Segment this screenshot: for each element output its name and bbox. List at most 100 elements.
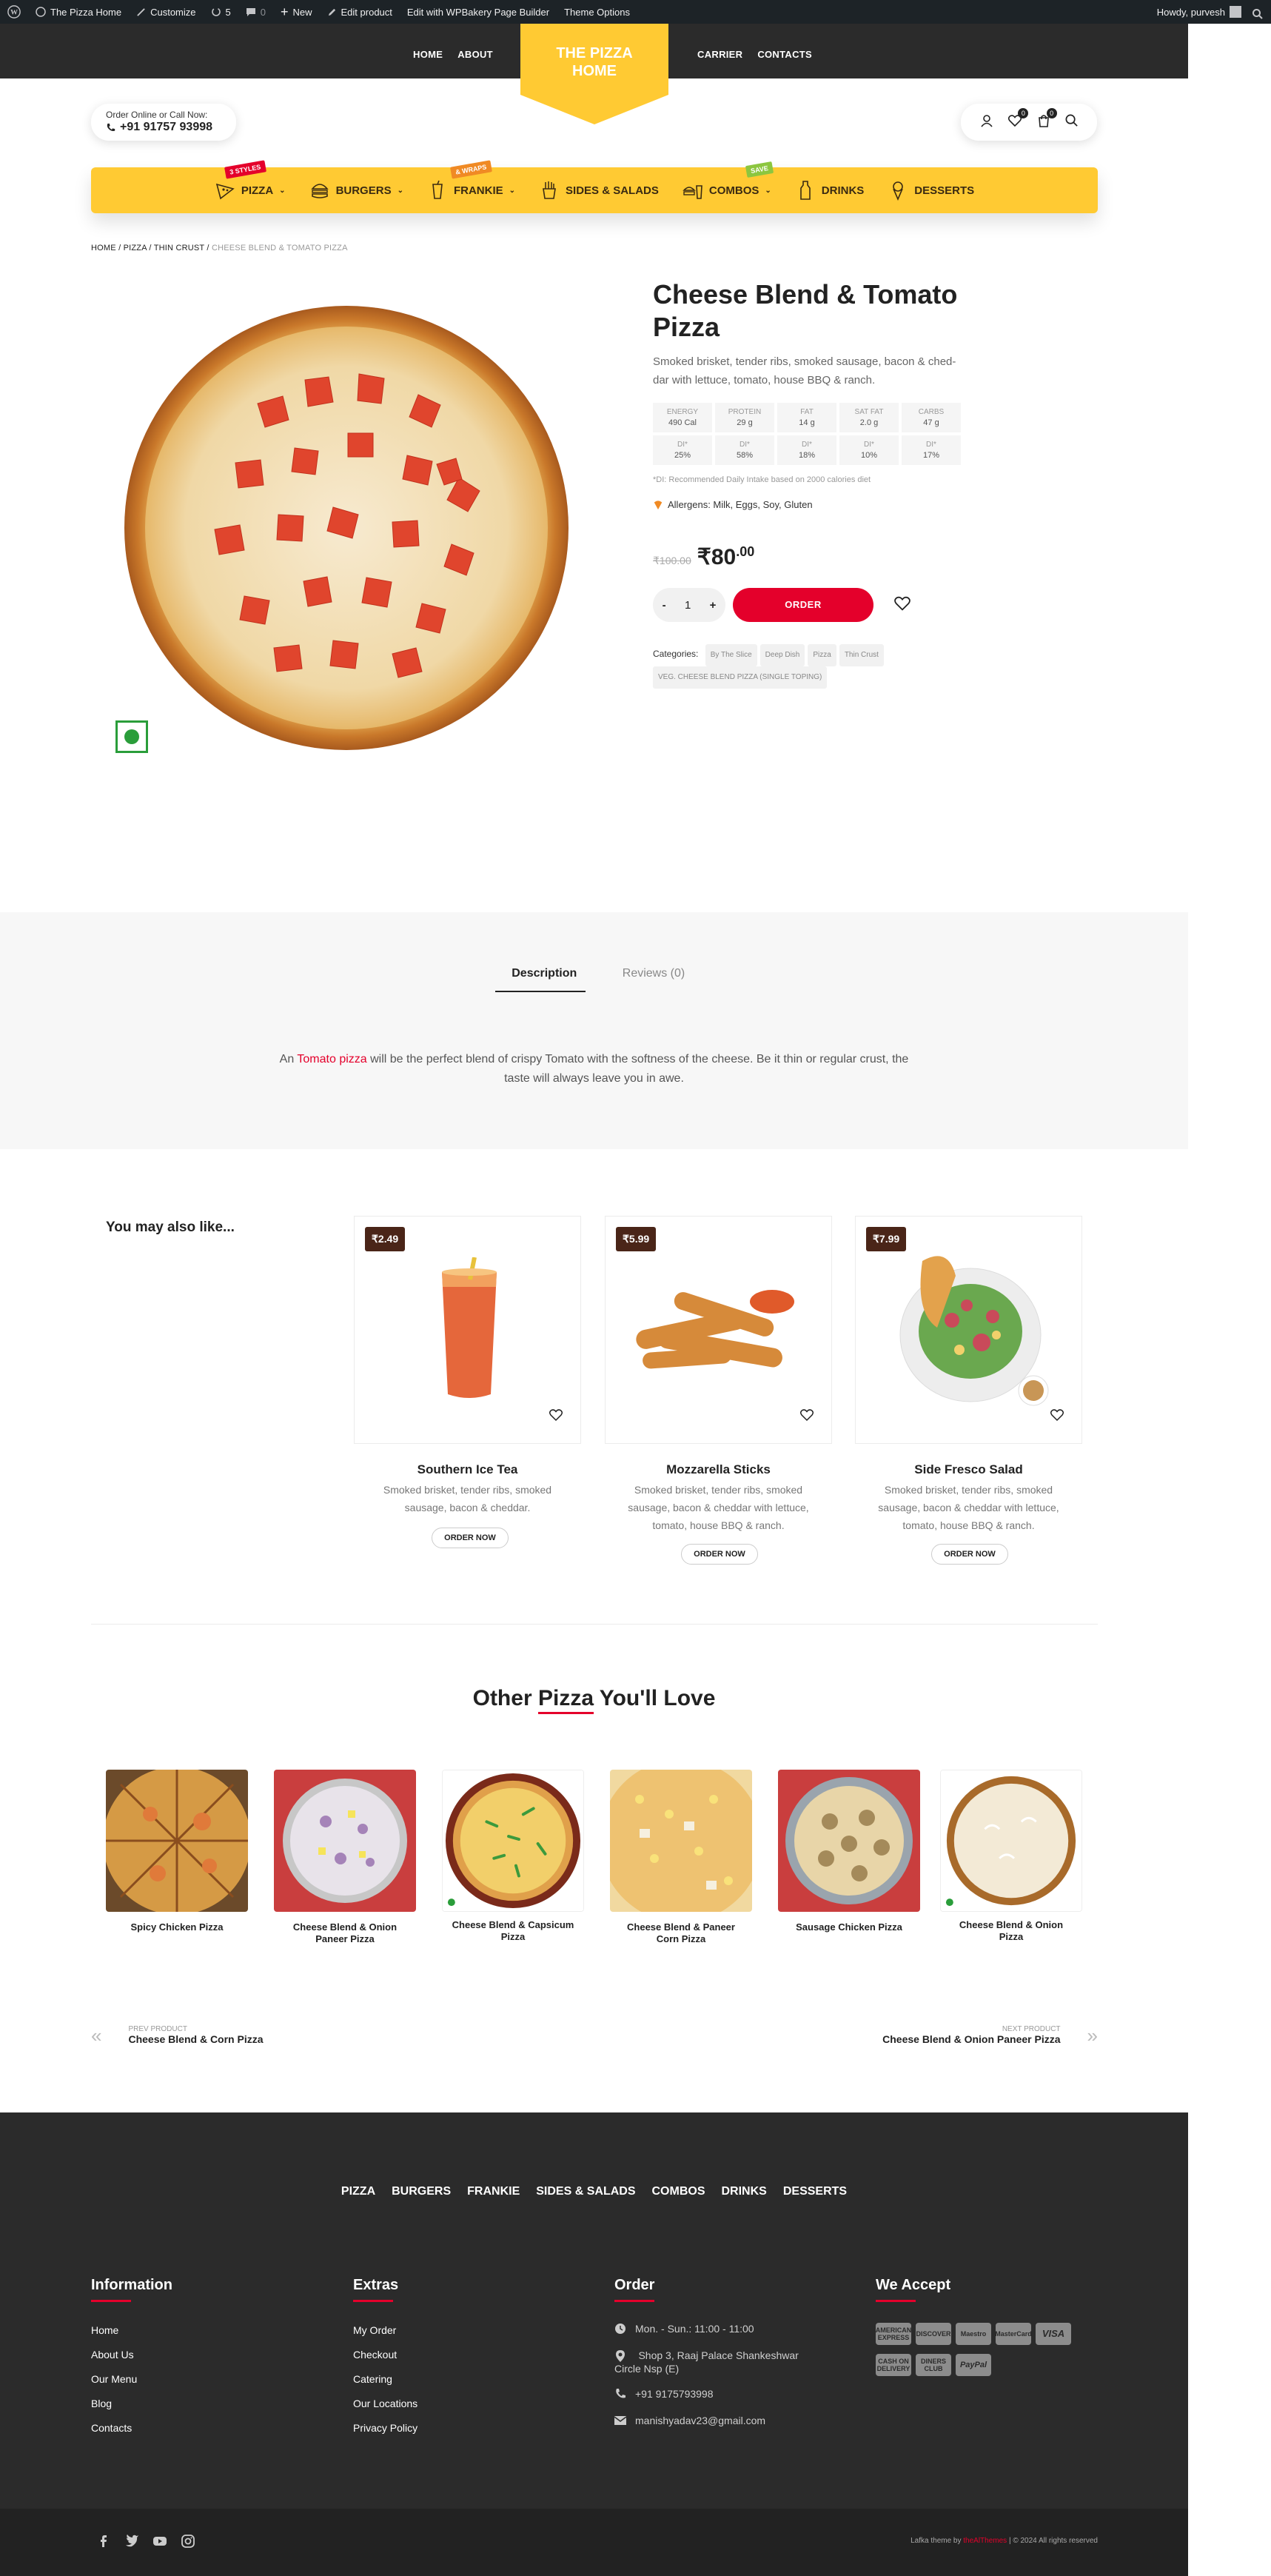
footer-link-blog[interactable]: Blog <box>91 2392 313 2416</box>
category-drinks[interactable]: DRINKS <box>795 180 864 201</box>
site-logo[interactable]: THE PIZZA HOME <box>520 24 668 124</box>
tomato-pizza-link[interactable]: Tomato pizza <box>297 1053 366 1065</box>
breadcrumb-home[interactable]: HOME <box>91 244 116 252</box>
admin-new-link[interactable]: + New <box>281 5 312 19</box>
other-pizza-paneer-corn[interactable] <box>610 1770 752 1912</box>
opening-hours: Mon. - Sun.: 11:00 - 11:00 <box>635 2323 754 2335</box>
footer-cat-pizza[interactable]: PIZZA <box>341 2185 375 2198</box>
footer-cat-burgers[interactable]: BURGERS <box>392 2185 451 2198</box>
footer-link-contacts[interactable]: Contacts <box>91 2416 313 2440</box>
other-pizza-name[interactable]: Cheese Blend & Onion Paneer Pizza <box>274 1921 416 1945</box>
related-title[interactable]: Side Fresco Salad <box>855 1462 1082 1477</box>
tab-reviews[interactable]: Reviews (0) <box>623 967 685 992</box>
nav-contacts[interactable]: CONTACTS <box>757 49 812 60</box>
footer-cat-desserts[interactable]: DESSERTS <box>783 2185 847 2198</box>
related-card-ice-tea[interactable]: ₹2.49 <box>354 1216 581 1444</box>
twitter-icon[interactable] <box>124 2534 139 2552</box>
search-icon[interactable] <box>1064 113 1079 131</box>
footer-cat-combos[interactable]: COMBOS <box>652 2185 705 2198</box>
prev-product-link[interactable]: « PREV PRODUCT Cheese Blend & Corn Pizza <box>91 2025 264 2045</box>
related-title[interactable]: Mozzarella Sticks <box>605 1462 832 1477</box>
other-pizza-onion[interactable] <box>940 1770 1082 1912</box>
heart-icon[interactable] <box>549 1408 563 1426</box>
admin-comments-link[interactable]: 0 <box>246 7 266 18</box>
footer-email[interactable]: manishyadav23@gmail.com <box>635 2415 765 2426</box>
other-pizza-name[interactable]: Sausage Chicken Pizza <box>778 1921 920 1933</box>
admin-theme-options-link[interactable]: Theme Options <box>564 7 630 18</box>
other-pizza-name[interactable]: Cheese Blend & Paneer Corn Pizza <box>610 1921 752 1945</box>
footer-link-about[interactable]: About Us <box>91 2343 313 2367</box>
breadcrumb-pizza[interactable]: PIZZA <box>124 244 147 252</box>
next-product-link[interactable]: NEXT PRODUCT Cheese Blend & Onion Paneer… <box>851 2025 1098 2045</box>
order-now-button[interactable]: ORDER NOW <box>681 1544 758 1565</box>
order-now-button[interactable]: ORDER NOW <box>931 1544 1008 1565</box>
tag-by-the-slice[interactable]: By The Slice <box>705 644 757 666</box>
category-burgers[interactable]: BURGERS ⌄ <box>309 180 403 201</box>
admin-updates-link[interactable]: 5 <box>211 7 231 18</box>
instagram-icon[interactable] <box>181 2534 195 2552</box>
category-pizza[interactable]: PIZZA ⌄ 3 STYLES <box>215 160 286 201</box>
quantity-value[interactable]: 1 <box>685 599 691 612</box>
footer-phone[interactable]: +91 9175793998 <box>635 2388 714 2400</box>
other-pizza-sausage-chicken[interactable] <box>778 1770 920 1912</box>
product-image[interactable] <box>111 292 585 766</box>
footer-cat-drinks[interactable]: DRINKS <box>722 2185 767 2198</box>
tag-deep-dish[interactable]: Deep Dish <box>759 644 805 666</box>
category-frankie[interactable]: FRANKIE ⌄ & WRAPS <box>427 160 515 201</box>
other-pizza-onion-paneer[interactable] <box>274 1770 416 1912</box>
footer-link-catering[interactable]: Catering <box>353 2367 575 2392</box>
facebook-icon[interactable] <box>96 2534 111 2552</box>
other-pizza-name[interactable]: Cheese Blend & Onion Pizza <box>940 1919 1082 1943</box>
order-button[interactable]: ORDER <box>733 588 873 622</box>
nav-carrier[interactable]: CARRIER <box>697 49 742 60</box>
other-pizza-spicy-chicken[interactable] <box>106 1770 248 1912</box>
admin-customize-link[interactable]: Customize <box>136 7 196 18</box>
related-title[interactable]: Southern Ice Tea <box>354 1462 581 1477</box>
order-online-pill[interactable]: Order Online or Call Now: +91 91757 9399… <box>91 104 236 141</box>
other-pizza-name[interactable]: Cheese Blend & Capsicum Pizza <box>442 1919 584 1943</box>
wishlist-icon[interactable]: 0 <box>1007 107 1029 132</box>
category-desserts[interactable]: DESSERTS <box>888 180 974 201</box>
footer-link-menu[interactable]: Our Menu <box>91 2367 313 2392</box>
related-card-side-fresco-salad[interactable]: ₹7.99 <box>855 1216 1082 1444</box>
category-sides-salads[interactable]: SIDES & SALADS <box>539 180 659 201</box>
admin-account-link[interactable]: Howdy, purvesh <box>1157 6 1241 18</box>
tag-pizza[interactable]: Pizza <box>808 644 836 666</box>
footer-extras-heading: Extras <box>353 2277 399 2293</box>
cart-icon[interactable]: 0 <box>1036 107 1057 132</box>
related-card-mozzarella-sticks[interactable]: ₹5.99 <box>605 1216 832 1444</box>
tab-description[interactable]: Description <box>494 967 586 992</box>
quantity-plus-button[interactable]: + <box>710 599 717 612</box>
heart-icon[interactable] <box>1050 1408 1064 1426</box>
category-menu: PIZZA ⌄ 3 STYLES BURGERS ⌄ FRANKIE ⌄ & WRAP… <box>91 160 1098 213</box>
theme-author-link[interactable]: theAlThemes <box>963 2537 1007 2545</box>
nav-about[interactable]: ABOUT <box>457 49 493 60</box>
breadcrumb-thin-crust[interactable]: THIN CRUST <box>154 244 204 252</box>
wordpress-logo-icon[interactable]: W <box>7 5 21 19</box>
category-combos[interactable]: COMBOS ⌄ SAVE <box>683 161 774 201</box>
tag-thin-crust[interactable]: Thin Crust <box>839 644 884 666</box>
footer-cat-frankie[interactable]: FRANKIE <box>467 2185 520 2198</box>
footer-link-privacy[interactable]: Privacy Policy <box>353 2416 575 2440</box>
admin-site-link[interactable]: The Pizza Home <box>36 7 121 18</box>
admin-edit-product-link[interactable]: Edit product <box>327 7 392 18</box>
footer-link-my-order[interactable]: My Order <box>353 2318 575 2343</box>
youtube-icon[interactable] <box>152 2534 167 2552</box>
footer-link-checkout[interactable]: Checkout <box>353 2343 575 2367</box>
heart-icon[interactable] <box>799 1408 814 1426</box>
other-pizza-name[interactable]: Spicy Chicken Pizza <box>106 1921 248 1933</box>
nutrition-carbs: CARBS 47 g <box>902 403 961 432</box>
mozzarella-sticks-image <box>636 1290 794 1369</box>
footer-link-locations[interactable]: Our Locations <box>353 2392 575 2416</box>
footer-link-home[interactable]: Home <box>91 2318 313 2343</box>
nav-home[interactable]: HOME <box>413 49 443 60</box>
admin-search-icon[interactable] <box>1252 8 1264 22</box>
account-icon[interactable] <box>979 113 994 132</box>
quantity-minus-button[interactable]: - <box>663 599 666 612</box>
other-pizza-capsicum[interactable] <box>442 1770 584 1912</box>
admin-wpbakery-link[interactable]: Edit with WPBakery Page Builder <box>407 7 549 18</box>
order-now-button[interactable]: ORDER NOW <box>432 1528 509 1548</box>
next-title: Cheese Blend & Onion Paneer Pizza <box>882 2033 1061 2045</box>
add-to-wishlist-icon[interactable] <box>893 595 912 616</box>
footer-cat-sides-salads[interactable]: SIDES & SALADS <box>536 2185 635 2198</box>
